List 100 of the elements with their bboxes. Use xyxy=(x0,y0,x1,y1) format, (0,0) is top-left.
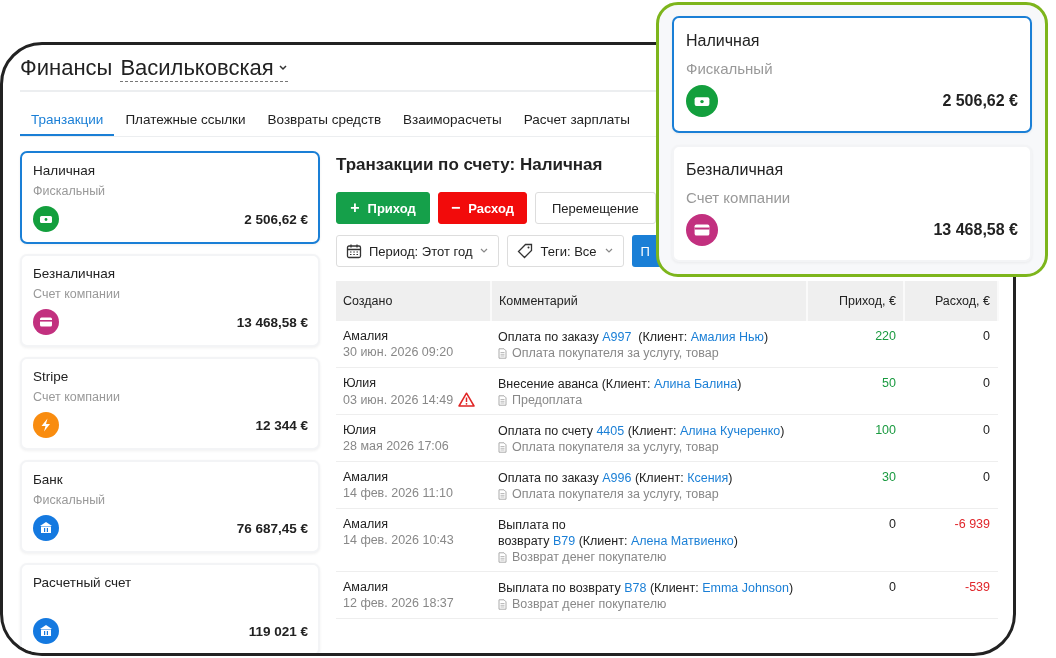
account-name: Расчетный счет xyxy=(33,575,133,590)
transfer-button[interactable]: Перемещение xyxy=(535,192,656,224)
account-type: Фискальный xyxy=(33,493,107,507)
account-card[interactable]: Наличная Фискальный 2 506,62 € xyxy=(20,151,320,244)
account-balance: 13 468,58 € xyxy=(236,314,308,330)
tab[interactable]: Расчет зарплаты xyxy=(512,106,641,136)
account-type: Фискальный xyxy=(686,60,774,77)
caret-icon xyxy=(603,247,614,255)
account-name: Stripe xyxy=(33,369,70,384)
link[interactable]: A996 xyxy=(602,471,632,485)
document-icon xyxy=(498,598,507,610)
account-balance: 13 468,58 € xyxy=(933,221,1018,239)
tab[interactable]: Взаиморасчеты xyxy=(392,106,513,136)
link[interactable]: Алина Кучеренко xyxy=(679,424,781,438)
link[interactable]: B78 xyxy=(624,581,647,595)
calendar-icon xyxy=(346,243,362,259)
transaction-comment: Оплата по счету 4405 (Клиент: Алина Кучеренко) xyxy=(498,423,786,439)
transaction-note: Оплата покупателя за услугу, товар xyxy=(512,487,719,501)
expense-amount: 0 xyxy=(983,423,990,437)
link[interactable]: Алина Балина xyxy=(653,377,738,391)
document-icon xyxy=(498,347,507,359)
author-name: Амалия xyxy=(343,470,389,484)
income-amount: 0 xyxy=(889,580,896,594)
expense-amount: 0 xyxy=(983,376,990,390)
account-card[interactable]: Расчетный счет 119 021 € xyxy=(20,563,320,653)
transaction-note: Возврат денег покупателю xyxy=(512,597,667,611)
account-name: Банк xyxy=(33,472,64,487)
column-header: Комментарий xyxy=(491,281,807,321)
account-type: Счет компании xyxy=(33,287,121,301)
account-name: Безналичная xyxy=(33,266,116,281)
income-amount: 30 xyxy=(882,470,896,484)
account-balance: 2 506,62 € xyxy=(244,211,308,227)
column-header: Расход, € xyxy=(904,281,998,321)
author-name: Амалия xyxy=(343,329,389,343)
filter-dropdown[interactable]: Теги: Все xyxy=(507,235,624,267)
caret-icon xyxy=(479,247,490,255)
tab[interactable]: Транзакции xyxy=(20,106,115,136)
account-name: Безналичная xyxy=(686,161,785,179)
income-amount: 100 xyxy=(875,423,896,437)
account-card[interactable]: Stripe Счет компании 12 344 € xyxy=(20,357,320,450)
transaction-comment: Выплата по возврату B78 (Клиент: Emma Johnson) xyxy=(498,580,795,596)
transaction-note: Предоплата xyxy=(512,393,583,407)
transaction-date: 12 фев. 2026 18:37 xyxy=(343,596,454,610)
account-balance: 2 506,62 € xyxy=(942,92,1018,110)
transaction-comment: Выплата по возврату B79 (Клиент: Алена Матвиенко) xyxy=(498,517,739,549)
account-balance: 12 344 € xyxy=(255,417,308,433)
account-balance: 76 687,45 € xyxy=(236,520,308,536)
income-amount: 220 xyxy=(875,329,896,343)
caret-icon xyxy=(277,64,288,72)
location-dropdown[interactable]: Васильковская xyxy=(120,55,288,82)
account-type: Счет компании xyxy=(686,189,792,206)
account-card[interactable]: Банк Фискальный 76 687,45 € xyxy=(20,460,320,553)
tag-icon xyxy=(517,243,534,259)
column-header: Создано xyxy=(336,281,491,321)
expense-amount: 0 xyxy=(983,329,990,343)
document-icon xyxy=(498,394,507,406)
account-card[interactable]: Безналичная Счет компании 13 468,58 € xyxy=(20,254,320,347)
account-card[interactable]: Безналичная Счет компании 13 468,58 € xyxy=(672,145,1032,262)
expense-button[interactable]: − Расход xyxy=(438,192,527,224)
transaction-date: 14 фев. 2026 11:10 xyxy=(343,486,453,500)
transaction-date: 03 июн. 2026 14:49 xyxy=(343,392,454,407)
document-icon xyxy=(498,441,507,453)
link[interactable]: Алена Матвиенко xyxy=(630,534,734,548)
account-name: Наличная xyxy=(686,32,761,50)
page-title: Финансы xyxy=(20,55,113,81)
account-card[interactable]: Наличная Фискальный 2 506,62 € xyxy=(672,16,1032,133)
expense-amount: -539 xyxy=(964,580,990,594)
expense-amount: 0 xyxy=(983,470,990,484)
author-name: Юлия xyxy=(343,423,378,437)
author-name: Юлия xyxy=(343,376,378,390)
transaction-comment: Внесение аванса (Клиент: Алина Балина) xyxy=(498,376,743,392)
transaction-note: Оплата покупателя за услугу, товар xyxy=(512,346,719,360)
transaction-comment: Оплата по заказу A997 (Клиент: Амалия Нью) xyxy=(498,329,770,345)
account-balance: 119 021 € xyxy=(248,623,308,639)
tab[interactable]: Возвраты средств xyxy=(256,106,393,136)
income-amount: 50 xyxy=(882,376,896,390)
expense-amount: -6 939 xyxy=(954,517,990,531)
link[interactable]: 4405 xyxy=(596,424,625,438)
transaction-note: Оплата покупателя за услугу, товар xyxy=(512,440,719,454)
link[interactable]: A997 xyxy=(602,330,632,344)
transaction-date: 28 мая 2026 17:06 xyxy=(343,439,449,453)
link[interactable]: Ксения xyxy=(687,471,729,485)
author-name: Амалия xyxy=(343,517,389,531)
transaction-note: Возврат денег покупателю xyxy=(512,550,667,564)
section-title: Транзакции по счету: Наличная xyxy=(336,155,603,175)
transaction-date: 14 фев. 2026 10:43 xyxy=(343,533,454,547)
filter-dropdown[interactable]: Период: Этот год xyxy=(336,235,500,267)
account-type: Счет компании xyxy=(33,390,121,404)
document-icon xyxy=(498,488,507,500)
account-name: Наличная xyxy=(33,163,96,178)
link[interactable]: Амалия Нью xyxy=(690,330,764,344)
document-icon xyxy=(498,551,507,563)
author-name: Амалия xyxy=(343,580,389,594)
column-header: Приход, € xyxy=(807,281,904,321)
link[interactable]: Emma Johnson xyxy=(702,581,789,595)
transaction-comment: Оплата по заказу A996 (Клиент: Ксения) xyxy=(498,470,734,486)
transaction-date: 30 июн. 2026 09:20 xyxy=(343,345,454,359)
link[interactable]: B79 xyxy=(552,534,576,548)
tab[interactable]: Платежные ссылки xyxy=(114,106,257,136)
income-amount: 0 xyxy=(889,517,896,531)
